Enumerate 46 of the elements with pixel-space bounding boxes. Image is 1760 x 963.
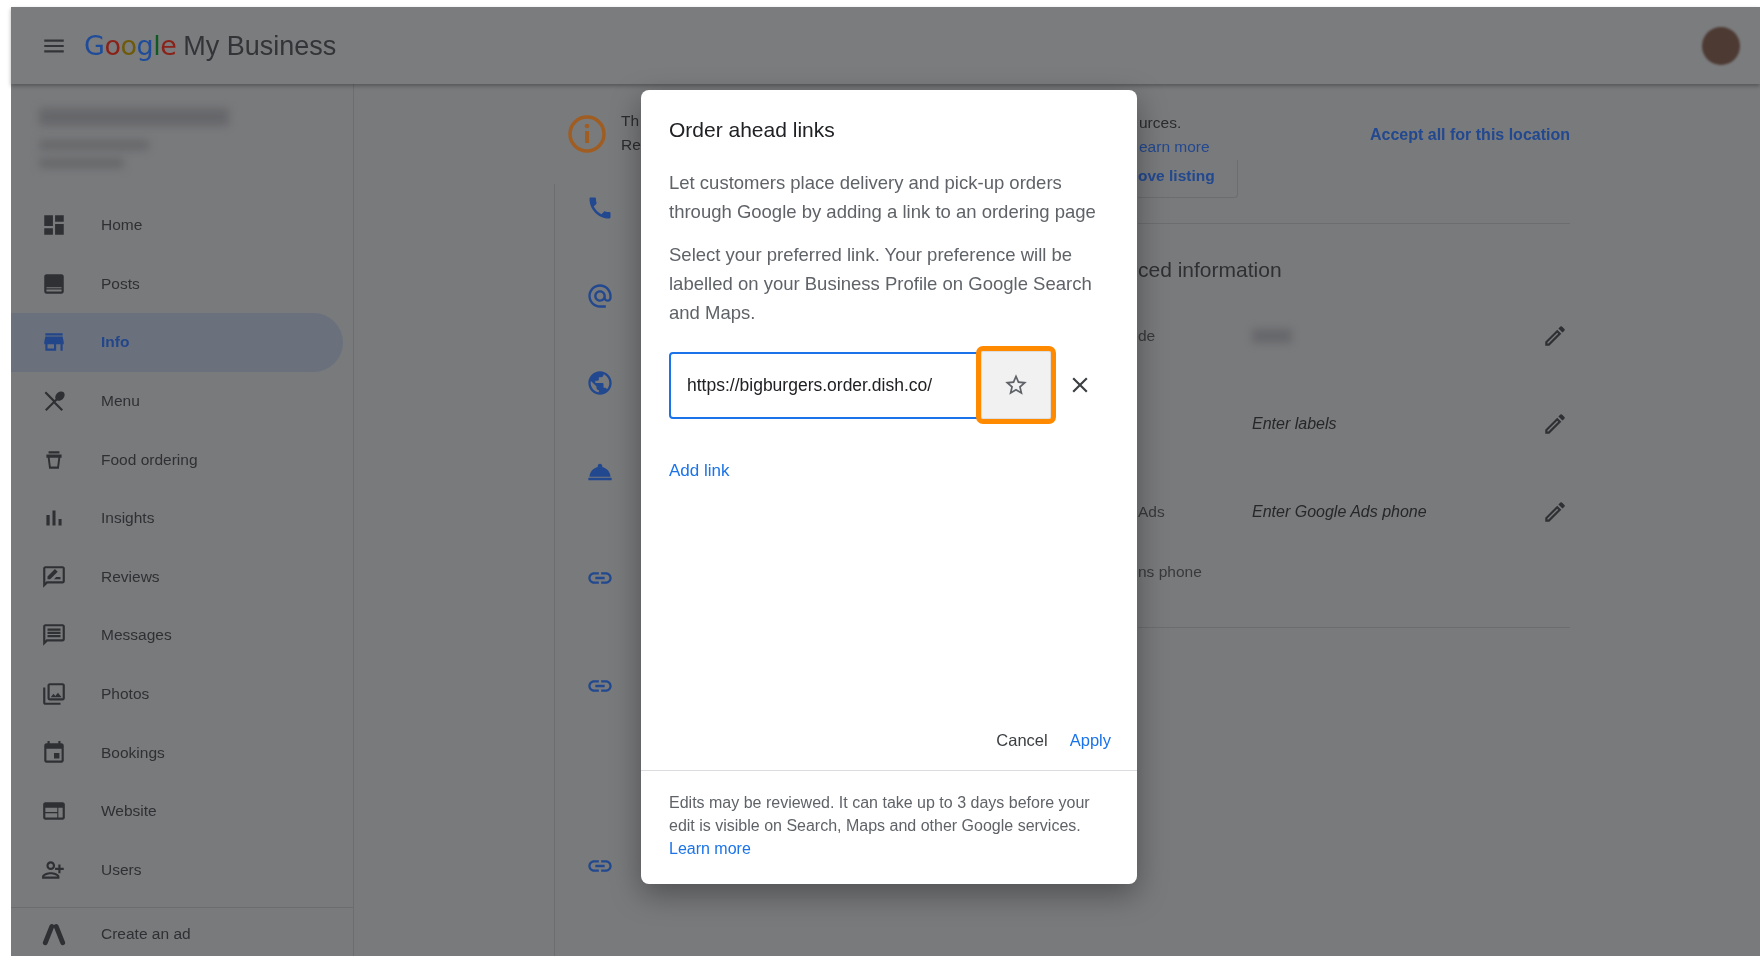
sidebar-item[interactable]: Messages: [11, 606, 343, 665]
at-sign-icon: [586, 282, 614, 310]
review-icon: [41, 563, 67, 590]
sidebar-item[interactable]: Bookings: [11, 723, 343, 782]
info-icon: [567, 114, 607, 154]
field-label: ns phone: [1138, 563, 1202, 580]
pencil-icon[interactable]: [1542, 499, 1568, 525]
text-input[interactable]: Enter Google Ads phone: [1252, 499, 1435, 525]
sidebar-item[interactable]: Website: [11, 781, 343, 841]
field-label: Ads: [1138, 503, 1165, 520]
sidebar-item[interactable]: Menu: [11, 371, 343, 431]
sidebar-item[interactable]: Insights: [11, 488, 343, 548]
ads-logo-icon: [41, 921, 67, 948]
pencil-icon[interactable]: [1542, 323, 1568, 349]
google-my-business-logo[interactable]: Google My Business: [84, 29, 337, 62]
banner-text: Th: [621, 112, 641, 130]
photos-icon: [41, 681, 67, 708]
sidebar-item[interactable]: Reviews: [11, 547, 343, 607]
avatar[interactable]: [1702, 26, 1740, 65]
sidebar-item[interactable]: Photos: [11, 664, 343, 724]
dialog-title: Order ahead links: [669, 118, 836, 142]
banner-text: Re: [621, 136, 641, 154]
pencil-icon[interactable]: [1542, 411, 1568, 437]
dialog-footer-text: Edits may be reviewed. It can take up to 3 days before your edit is visible on Search, Maps and other Google services. Learn more: [668, 793, 1091, 859]
apply-button[interactable]: Apply: [1069, 725, 1111, 756]
field-label: de: [1138, 327, 1156, 344]
text-input[interactable]: Enter labels: [1252, 411, 1345, 437]
sidebar-item[interactable]: Users: [11, 840, 343, 900]
sidebar-item[interactable]: Food ordering: [11, 430, 343, 489]
accept-all-link[interactable]: Accept all for this location: [1369, 126, 1570, 144]
section-title: ced information: [1138, 258, 1283, 282]
banner-text: urces.: [1139, 114, 1183, 132]
cancel-button[interactable]: Cancel: [996, 725, 1048, 756]
globe-icon: [586, 369, 614, 397]
dialog-text: Select your preferred link. Your preference will be labelled on your Business Profile on Google Search and Maps.: [669, 243, 1093, 325]
learn-more-link[interactable]: earn more: [1139, 138, 1210, 156]
remove-listing-button[interactable]: ove listing: [1138, 160, 1238, 198]
star-icon: [1003, 372, 1029, 398]
add-link-button[interactable]: Add link: [669, 461, 730, 481]
sidebar-item[interactable]: Create an ad: [11, 914, 343, 955]
sidebar-item[interactable]: Home: [11, 196, 343, 255]
learn-more-link[interactable]: Learn more: [669, 840, 751, 857]
sidebar-item[interactable]: Info: [11, 313, 343, 372]
sidebar-item[interactable]: Posts: [11, 254, 343, 314]
calendar-icon: [41, 739, 67, 766]
dialog-text: Let customers place delivery and pick-up orders through Google by adding a link to an ordering page: [669, 171, 1097, 224]
